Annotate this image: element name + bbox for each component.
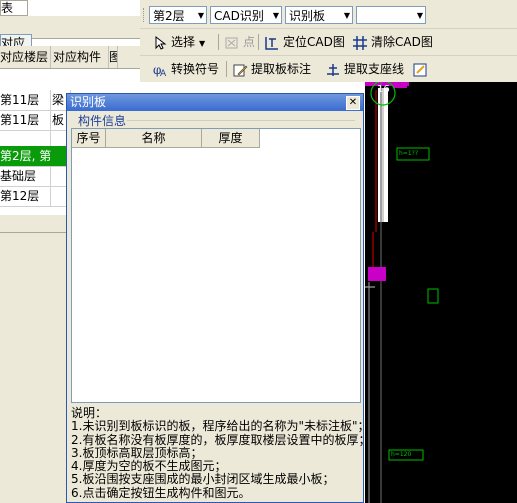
locate-cad-button[interactable]: 定位CAD图 [264, 32, 345, 52]
col-floor[interactable]: 对应楼层 [0, 46, 51, 68]
table-tab-label: 表 [1, 1, 14, 15]
col-component[interactable]: 对应构件 [51, 46, 109, 68]
svg-text:A: A [160, 69, 167, 78]
cad-tag-text: h=120 [391, 451, 412, 458]
instructions: 说明： 1.未识别到板标识的板，程序给出的名称为"未标注板"； 2.有板名称没有… [71, 406, 371, 500]
grid-header: 序号 名称 厚度 [72, 129, 260, 148]
chevron-down-icon: ▼ [343, 11, 350, 20]
recognize-slab-select[interactable]: 识别板 ▼ [285, 6, 353, 24]
recognize-slab-dialog: 识别板 ✕ 构件信息 序号 名称 厚度 说明： 1.未识别到板标识的板，程序给出… [66, 93, 371, 503]
left-table-header: 对应楼层 对应构件 图 ▲ [0, 46, 140, 112]
separator [226, 61, 227, 77]
cad-drawing [365, 82, 439, 503]
dialog-title-bar[interactable]: 识别板 ✕ [67, 94, 363, 111]
select-button[interactable]: 选择 ▼ [152, 32, 205, 52]
point-button[interactable]: 点 [224, 32, 255, 52]
point-box-icon [224, 35, 240, 51]
cursor-arrow-icon [152, 35, 168, 51]
clear-cad-button-label: 清除CAD图 [371, 35, 433, 49]
separator [258, 34, 259, 50]
component-grid[interactable]: 序号 名称 厚度 [71, 128, 361, 403]
left-panel-empty-area [0, 215, 70, 503]
close-icon[interactable]: ✕ [346, 96, 360, 110]
clear-cad-button[interactable]: 清除CAD图 [352, 32, 433, 52]
convert-symbol-button[interactable]: φ A 转换符号 [152, 59, 219, 79]
note-line: 1.未识别到板标识的板，程序给出的名称为"未标注板"； [71, 419, 370, 434]
axis-marker-label: 16 [377, 84, 390, 95]
left-toolbar: 对应 [0, 16, 140, 53]
group-divider [127, 120, 355, 121]
chevron-down-icon: ▼ [199, 39, 206, 48]
note-line: 6.点击确定按钮生成构件和图元。 [71, 485, 251, 500]
dialog-title: 识别板 [70, 95, 107, 109]
note-line: 2.有板名称没有板厚度的，板厚度取楼层设置中的板厚； [71, 432, 371, 447]
chevron-down-icon: ▼ [272, 11, 279, 20]
floor-cell: 第2层, 第 [0, 146, 71, 166]
cad-canvas[interactable]: 16 h=1?? h=120 [365, 82, 517, 503]
support-line-icon [325, 62, 341, 78]
separator [218, 34, 219, 50]
phi-symbol-icon: φA [152, 62, 168, 79]
blank-select[interactable]: ▼ [356, 6, 426, 24]
select-button-label: 选择 [171, 35, 196, 49]
pencil-edit-icon [232, 62, 248, 78]
group-label: 构件信息 [78, 114, 127, 128]
col-name[interactable]: 名称 [106, 129, 202, 147]
toolbar-row-3: φ A 转换符号 提取板标注 提取支座线 [140, 56, 517, 82]
clear-grid-icon [352, 35, 368, 51]
floor-cell: 第11层 [0, 90, 51, 110]
col-figure[interactable]: 图 [109, 46, 118, 68]
toolbar-row-1: 第2层 ▼ CAD识别 ▼ 识别板 ▼ ▼ [140, 2, 517, 29]
extract-support-line-button-label: 提取支座线 [344, 62, 405, 76]
top-toolbar: 第2层 ▼ CAD识别 ▼ 识别板 ▼ ▼ 选择 ▼ 点 定位CAD图 清除CAD图 φ… [140, 0, 517, 82]
floor-cell: 第12层 [0, 186, 51, 206]
cad-column [368, 267, 386, 281]
chevron-down-icon: ▼ [197, 11, 204, 20]
grip-handle[interactable] [143, 8, 146, 22]
floor-cell: 第11层 [0, 110, 51, 130]
locate-cad-button-label: 定位CAD图 [283, 35, 345, 49]
extract-support-line-button[interactable]: 提取支座线 [325, 59, 404, 79]
cad-recognize-select-value: CAD识别 [214, 9, 264, 23]
divider [0, 232, 70, 233]
toolbar-row-2: 选择 ▼ 点 定位CAD图 清除CAD图 [140, 29, 517, 56]
cad-tag-box [427, 288, 439, 304]
col-thickness[interactable]: 厚度 [202, 129, 260, 147]
cad-recognize-select[interactable]: CAD识别 ▼ [210, 6, 282, 24]
extract-slab-label-button[interactable]: 提取板标注 [232, 59, 311, 79]
point-button-label: 点 [243, 35, 256, 49]
edit-icon [412, 62, 428, 78]
note-line: 5.板沿围按支座围成的最小封闭区域生成最小板； [71, 472, 335, 487]
table-tab[interactable]: 表 [0, 0, 28, 16]
convert-symbol-button-label: 转换符号 [171, 62, 220, 76]
cad-tag-text: h=1?? [399, 150, 419, 157]
edit-button[interactable] [412, 59, 431, 79]
floor-select[interactable]: 第2层 ▼ [149, 6, 207, 24]
floor-select-value: 第2层 [153, 9, 185, 23]
chevron-down-icon: ▼ [416, 11, 423, 20]
recognize-slab-select-value: 识别板 [289, 9, 326, 23]
floor-cell: 基础层 [0, 166, 51, 186]
locate-icon [264, 35, 280, 51]
cad-column [393, 82, 407, 88]
col-index[interactable]: 序号 [72, 129, 106, 147]
extract-slab-label-button-label: 提取板标注 [251, 62, 312, 76]
